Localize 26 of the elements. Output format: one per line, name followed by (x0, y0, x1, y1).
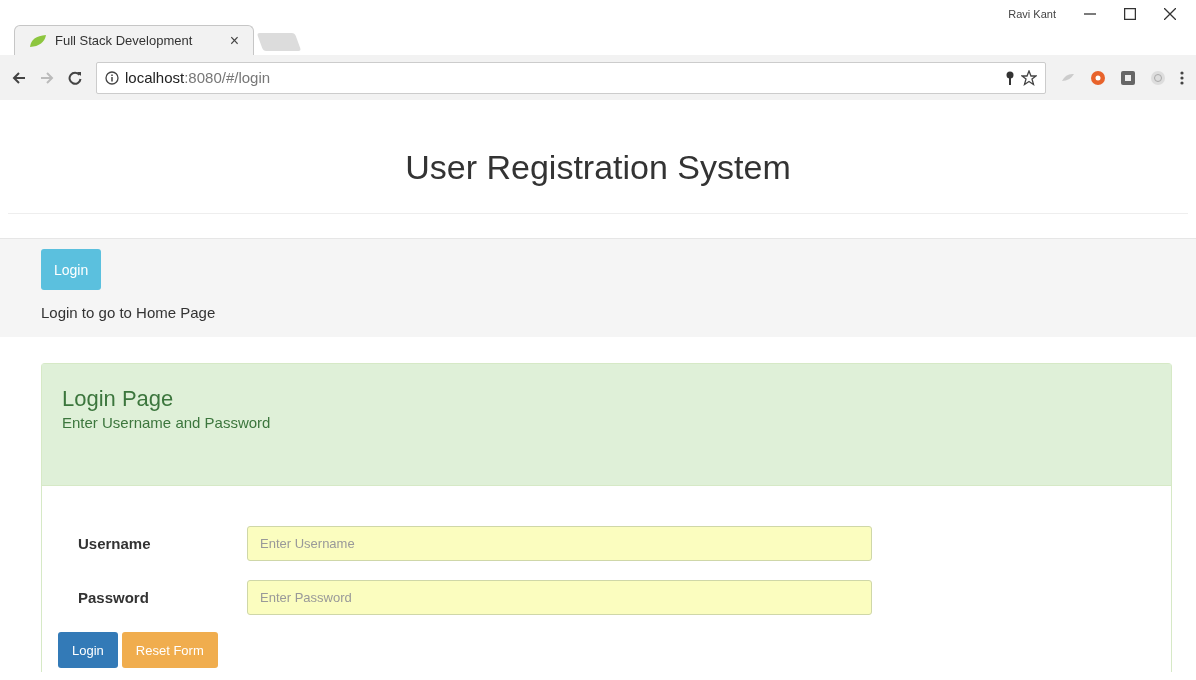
field-label: Username (77, 535, 152, 552)
info-icon (105, 70, 119, 85)
extension-icon[interactable] (1120, 69, 1136, 86)
panel-subtitle: Enter Username and Password (62, 414, 272, 431)
maximize-icon[interactable] (1124, 8, 1136, 20)
close-tab-button[interactable]: × (229, 31, 239, 50)
extension-icon[interactable] (1090, 69, 1106, 86)
input-field[interactable]: Enter Username (247, 526, 872, 561)
browser-tab[interactable]: Full Stack Development × (14, 25, 254, 55)
address-bar[interactable]: localhost:8080/#/login (96, 61, 1046, 94)
star-icon[interactable] (1021, 69, 1037, 86)
login-button[interactable]: Login (58, 632, 118, 668)
banner-text: Login to go to Home Page (41, 304, 217, 321)
input-field[interactable]: Enter Password (247, 580, 872, 615)
key-icon[interactable] (1005, 70, 1015, 85)
panel-title: Login Page (62, 386, 175, 412)
back-icon[interactable] (12, 70, 26, 85)
url-text: localhost:8080/#/login (125, 69, 272, 86)
tab-title: Full Stack Development (55, 33, 194, 48)
leaf-icon (29, 33, 47, 48)
profile-name[interactable]: Ravi Kant (1008, 8, 1056, 20)
page-title: User Registration System (8, 100, 1188, 214)
reload-icon[interactable] (68, 70, 82, 85)
close-icon[interactable] (1164, 8, 1176, 20)
menu-icon[interactable] (1180, 70, 1184, 85)
field-label: Password (77, 589, 150, 606)
